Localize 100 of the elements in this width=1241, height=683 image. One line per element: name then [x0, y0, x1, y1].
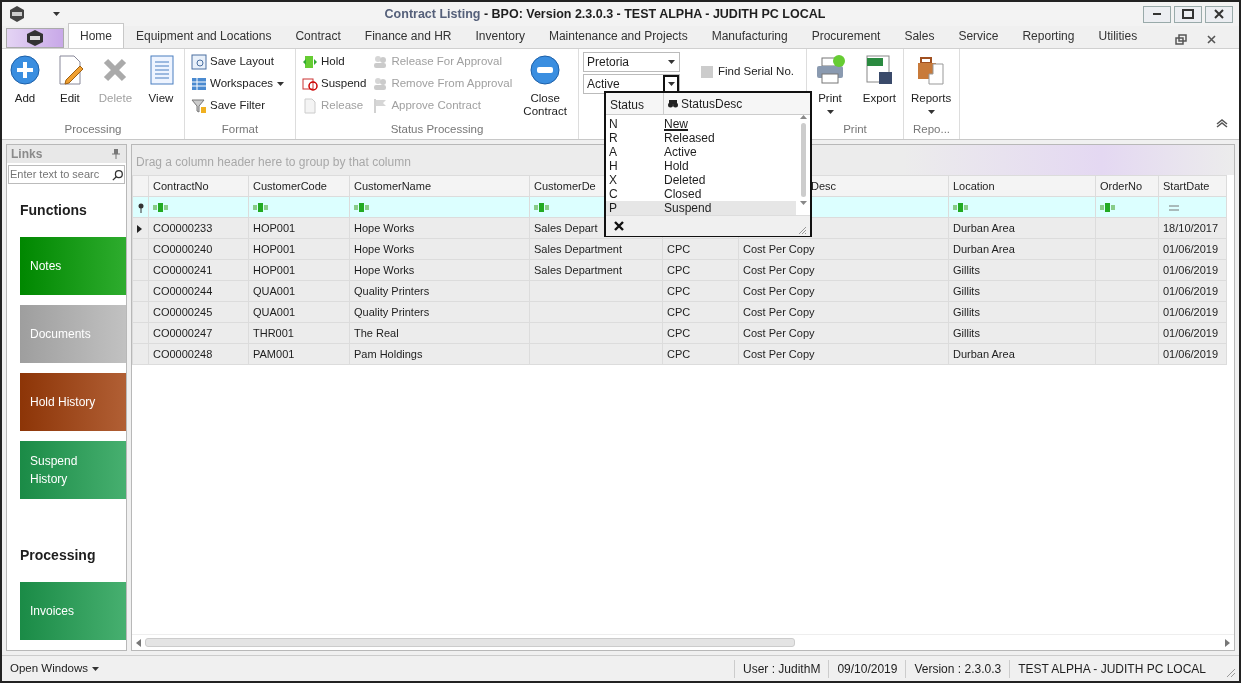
table-cell: 01/06/2019 [1163, 263, 1219, 276]
dropdown-option[interactable]: H Hold [606, 159, 796, 173]
people-icon [372, 76, 389, 92]
ribbon-button[interactable]: Close Contract [516, 52, 574, 120]
caret-icon [91, 665, 100, 672]
window-title: Contract Listing - BPO: Version 2.3.0.3 - TEST ALPHA - JUDITH PC LOCAL [383, 5, 827, 23]
plus-circle-icon [9, 54, 41, 86]
restore-icon [1173, 34, 1187, 45]
text-filter-icon [153, 203, 169, 213]
ribbon-button[interactable]: Print [811, 52, 849, 117]
minimize-button[interactable] [1143, 5, 1171, 23]
ribbon-button[interactable]: Hold [300, 52, 369, 72]
application-menu-button[interactable] [6, 28, 64, 48]
table-cell: Pam Holdings [354, 347, 423, 360]
column-header[interactable]: StatusDesc [681, 94, 743, 113]
link-tile[interactable]: Invoices [20, 582, 126, 640]
group-label: Format [221, 123, 259, 135]
suspend-icon [302, 76, 318, 92]
equals-filter-icon [1169, 204, 1179, 211]
section-heading: Functions [19, 201, 88, 220]
ribbon-tab[interactable]: Inventory [463, 23, 537, 48]
table-cell: Cost Per Copy [743, 284, 815, 297]
table-cell: Durban Area [953, 347, 1015, 360]
ribbon-button[interactable]: Workspaces [189, 74, 288, 94]
link-tile[interactable]: Suspend History [20, 441, 126, 499]
panel-title: Links [11, 146, 43, 163]
ribbon-button[interactable]: Suspend [300, 74, 369, 94]
people-icon [372, 54, 389, 70]
dropdown-option[interactable]: N New [606, 117, 796, 131]
table-cell: HOP001 [253, 242, 296, 255]
status-field: User : JudithM [734, 659, 829, 678]
grid-icon [191, 76, 207, 92]
table-cell: CPC [667, 284, 691, 297]
ribbon-tab[interactable]: Reporting [1010, 23, 1087, 48]
printer-icon [814, 54, 846, 86]
text-filter-icon [253, 203, 269, 213]
text-filter-icon [534, 203, 550, 213]
dropdown-option[interactable]: R Released [606, 131, 796, 145]
column-header[interactable]: Location [953, 179, 995, 192]
combo-box[interactable]: Pretoria [583, 52, 680, 72]
search-field[interactable]: Enter text to searc [8, 165, 125, 184]
table-cell: CO0000248 [153, 347, 213, 360]
scrollbar-thumb[interactable] [800, 123, 806, 197]
binoculars-icon [668, 99, 678, 108]
page-icon [302, 98, 318, 114]
link-tile[interactable]: Hold History [20, 373, 126, 431]
ribbon-tab[interactable]: Equipment and Locations [124, 23, 284, 48]
ribbon-button[interactable]: Reports [908, 52, 955, 117]
maximize-icon [1182, 9, 1194, 19]
ribbon-tab[interactable]: Home [68, 23, 124, 48]
table-cell: CPC [667, 263, 691, 276]
maximize-button[interactable] [1174, 5, 1202, 23]
close-button[interactable] [1205, 5, 1233, 23]
dropdown-option[interactable]: C Closed [606, 187, 796, 201]
dropdown-option[interactable]: A Active [606, 145, 796, 159]
scrollbar-thumb[interactable] [145, 638, 795, 647]
table-cell: Cost Per Copy [743, 326, 815, 339]
table-cell: 01/06/2019 [1163, 284, 1219, 297]
table-cell: Durban Area [953, 242, 1015, 255]
ribbon-button[interactable]: Add [6, 52, 44, 107]
ribbon-tab[interactable]: Procurement [799, 23, 893, 48]
table-cell: Gillits [953, 305, 980, 318]
minimize-icon [1153, 13, 1161, 15]
table-cell: CO0000240 [153, 242, 213, 255]
table-cell: HOP001 [253, 221, 296, 234]
column-header[interactable]: Desc [811, 179, 837, 192]
table-cell: Hope Works [354, 242, 415, 255]
open-windows-button[interactable]: Open Windows [8, 658, 102, 679]
text-filter-icon [953, 203, 969, 213]
ribbon-button[interactable]: Find Serial No. [696, 62, 796, 82]
ribbon-tab[interactable]: Finance and HR [352, 23, 464, 48]
caret-icon [51, 11, 61, 17]
dropdown-option[interactable]: X Deleted [606, 173, 796, 187]
app-logo-icon [25, 29, 45, 47]
double-chevron-icon [1215, 118, 1229, 128]
column-header[interactable]: Status [606, 93, 664, 114]
ribbon-button[interactable]: View [141, 52, 180, 107]
ribbon-button[interactable]: Edit [50, 52, 89, 107]
combo-box[interactable]: Active [583, 74, 680, 94]
ribbon-tab[interactable]: Contract [283, 23, 353, 48]
dropdown-option[interactable]: P Suspend [606, 201, 796, 215]
ribbon-button[interactable]: Export [859, 52, 899, 107]
table-cell: Sales Department [534, 242, 623, 255]
ribbon-tab[interactable]: Manufacturing [699, 23, 800, 48]
layout-icon [191, 54, 207, 70]
ribbon-tab[interactable]: Sales [892, 23, 947, 48]
scroll-right-icon [1225, 638, 1230, 647]
ribbon-tab[interactable]: Maintenance and Projects [536, 23, 700, 48]
ribbon-tab[interactable]: Service [946, 23, 1011, 48]
table-cell: 01/06/2019 [1163, 242, 1219, 255]
pin-button[interactable] [110, 147, 122, 161]
ribbon-button[interactable]: Save Layout [189, 52, 288, 72]
table-cell: HOP001 [253, 263, 296, 276]
ribbon-button[interactable]: Save Filter [189, 96, 288, 116]
link-tile[interactable]: Notes [20, 237, 126, 295]
column-header[interactable]: CustomerDe [534, 179, 596, 192]
status-field: 09/10/2019 [828, 659, 906, 678]
ribbon-tab[interactable]: Utilities [1086, 23, 1150, 48]
current-row-icon [137, 224, 142, 233]
table-cell: Quality Printers [354, 305, 430, 318]
